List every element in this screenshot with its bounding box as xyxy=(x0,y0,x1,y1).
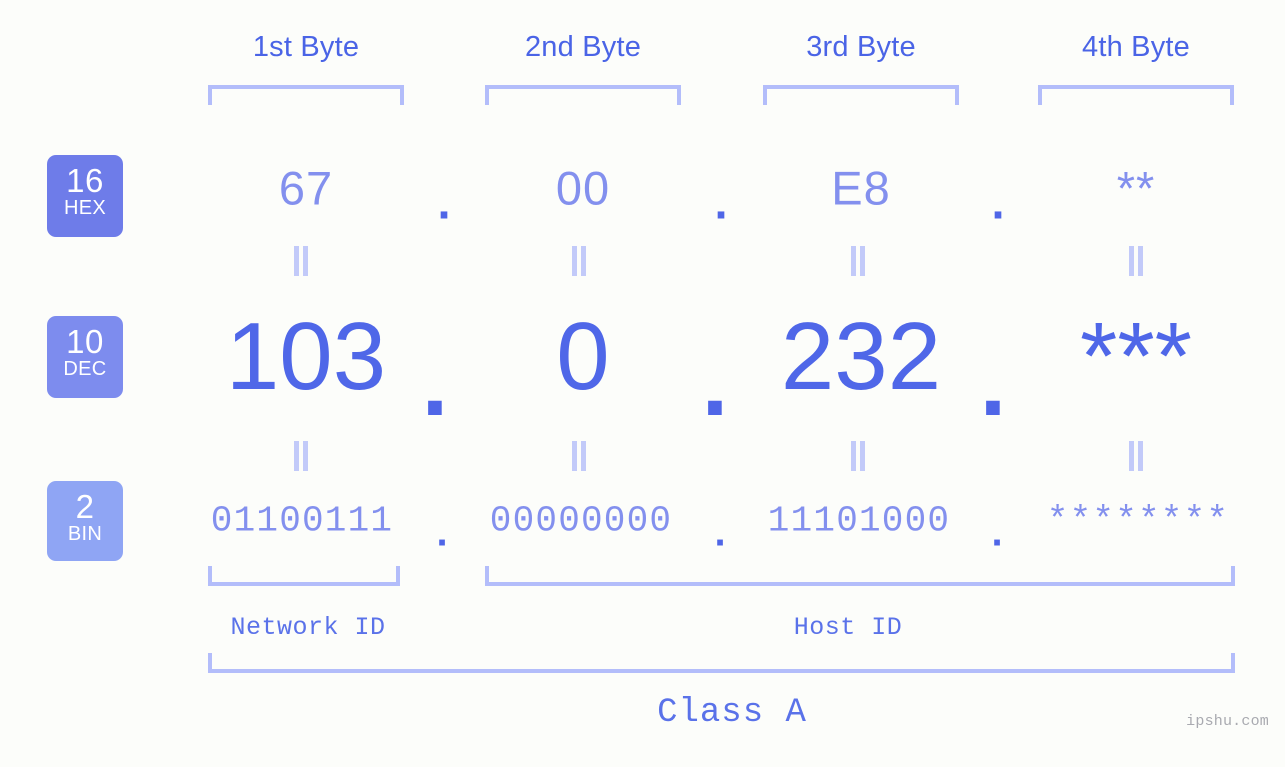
equals-connector-hex-dec-4 xyxy=(1127,246,1145,276)
byte-bracket-1 xyxy=(208,85,404,105)
dec-separator-3: . xyxy=(979,329,1007,436)
bin-separator-3: . xyxy=(991,510,1003,555)
base-badge-bin: 2 BIN xyxy=(47,481,123,561)
hex-separator-3: . xyxy=(991,175,1005,229)
hex-byte-3: E8 xyxy=(831,161,891,215)
bin-byte-2: 00000000 xyxy=(489,500,673,542)
byte-bracket-4 xyxy=(1038,85,1234,105)
equals-connector-hex-dec-3 xyxy=(849,246,867,276)
equals-connector-dec-bin-4 xyxy=(1127,441,1145,471)
hex-byte-1: 67 xyxy=(278,161,334,215)
dec-byte-1: 103 xyxy=(225,303,387,410)
bin-separator-2: . xyxy=(714,510,726,555)
equals-connector-dec-bin-3 xyxy=(849,441,867,471)
bin-byte-4: ******** xyxy=(1046,500,1230,542)
equals-connector-hex-dec-1 xyxy=(292,246,310,276)
dec-byte-3: 232 xyxy=(780,303,942,410)
byte-header-3: 3rd Byte xyxy=(806,31,916,63)
byte-header-2: 2nd Byte xyxy=(524,31,642,63)
hex-byte-4: ** xyxy=(1116,161,1156,215)
hex-separator-1: . xyxy=(437,175,451,229)
dec-separator-1: . xyxy=(421,329,449,436)
site-watermark: ipshu.com xyxy=(1186,713,1269,730)
class-label: Class A xyxy=(657,694,807,732)
hex-byte-2: 00 xyxy=(555,161,611,215)
dec-byte-4: *** xyxy=(1079,303,1193,410)
base-badge-hex-abbr: HEX xyxy=(63,196,107,219)
network-id-bracket xyxy=(208,566,400,586)
bin-separator-1: . xyxy=(436,510,448,555)
bin-byte-1: 01100111 xyxy=(210,500,394,542)
byte-header-1: 1st Byte xyxy=(252,31,360,63)
byte-bracket-3 xyxy=(763,85,959,105)
base-badge-bin-number: 2 xyxy=(75,488,95,525)
byte-header-4: 4th Byte xyxy=(1082,31,1190,63)
equals-connector-hex-dec-2 xyxy=(570,246,588,276)
equals-connector-dec-bin-2 xyxy=(570,441,588,471)
base-badge-dec: 10 DEC xyxy=(47,316,123,398)
dec-separator-2: . xyxy=(701,329,729,436)
byte-bracket-2 xyxy=(485,85,681,105)
bin-byte-3: 11101000 xyxy=(767,500,951,542)
base-badge-bin-abbr: BIN xyxy=(67,522,103,545)
network-id-label: Network ID xyxy=(230,613,386,642)
base-badge-dec-abbr: DEC xyxy=(63,357,107,380)
ip-address-diagram: 1st Byte 2nd Byte 3rd Byte 4th Byte 16 H… xyxy=(0,0,1285,767)
equals-connector-dec-bin-1 xyxy=(292,441,310,471)
base-badge-hex: 16 HEX xyxy=(47,155,123,237)
class-bracket xyxy=(208,653,1235,673)
host-id-bracket xyxy=(485,566,1235,586)
host-id-label: Host ID xyxy=(793,613,903,642)
hex-separator-2: . xyxy=(714,175,728,229)
base-badge-dec-number: 10 xyxy=(66,323,104,360)
dec-byte-2: 0 xyxy=(556,303,610,410)
base-badge-hex-number: 16 xyxy=(66,162,104,199)
